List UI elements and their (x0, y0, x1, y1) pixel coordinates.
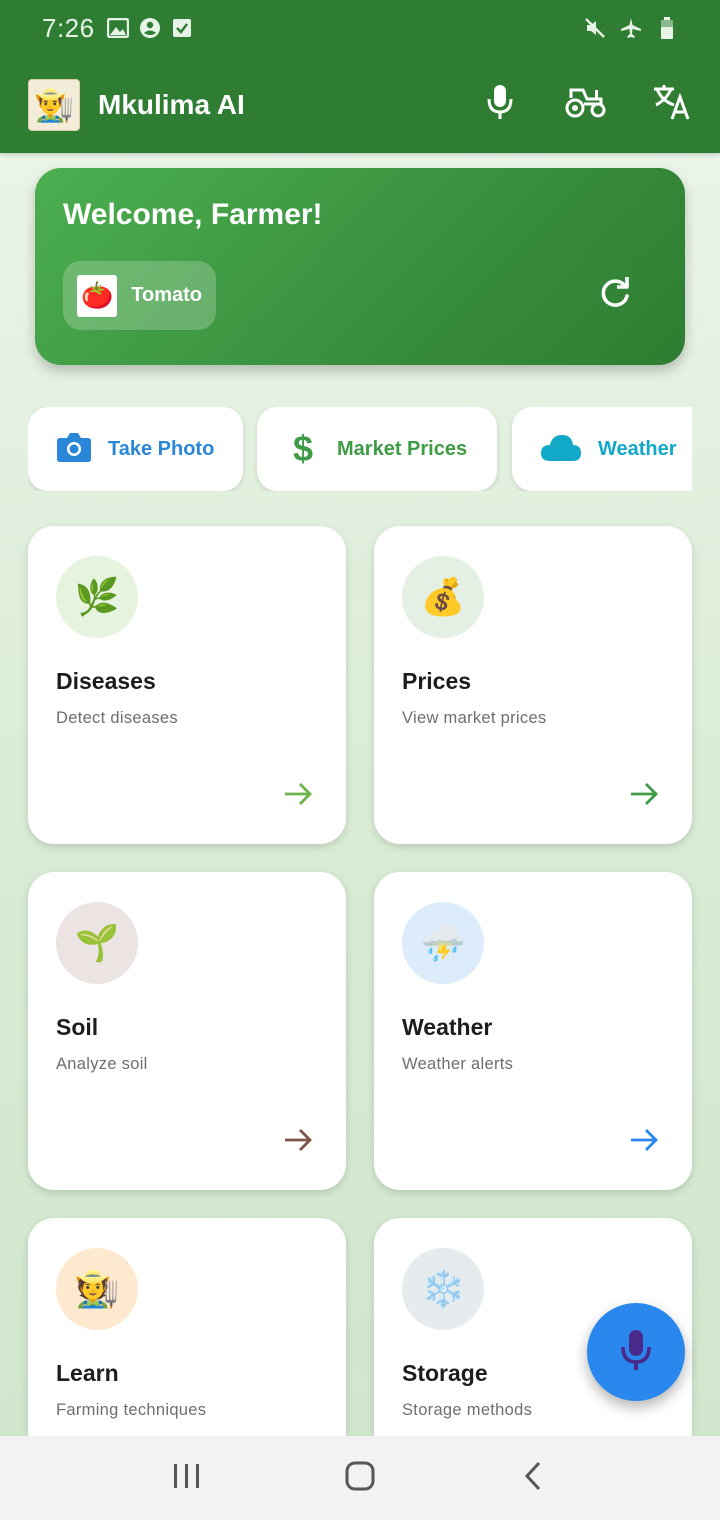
recent-apps-button[interactable] (157, 1448, 217, 1508)
weather-card[interactable]: ⛈️ Weather Weather alerts (374, 872, 692, 1190)
system-nav-bar (0, 1436, 720, 1520)
card-subtitle: Weather alerts (402, 1055, 514, 1073)
card-subtitle: Storage methods (402, 1401, 533, 1419)
microphone-icon (486, 84, 514, 125)
snowflake-icon: ❄️ (402, 1248, 484, 1330)
tomato-icon: 🍅 (77, 274, 118, 317)
welcome-card: Welcome, Farmer! 🍅 Tomato (35, 168, 685, 365)
status-bar: 7:26 (0, 0, 720, 56)
crop-selector-chip[interactable]: 🍅 Tomato (63, 261, 216, 330)
cloud-icon (540, 432, 582, 467)
translate-icon (652, 83, 692, 126)
card-title: Soil (56, 1014, 99, 1040)
app-logo: 👨‍🌾 (28, 78, 80, 131)
home-icon (345, 1461, 375, 1496)
home-button[interactable] (330, 1448, 390, 1508)
card-subtitle: View market prices (402, 709, 547, 727)
card-subtitle: Detect diseases (56, 709, 178, 727)
card-title: Diseases (56, 668, 156, 694)
dollar-icon: $ (292, 428, 314, 469)
app-title: Mkulima AI (98, 88, 245, 120)
tractor-icon (565, 86, 607, 123)
battery-icon (656, 17, 678, 39)
diseases-card[interactable]: 🌿 Diseases Detect diseases (28, 526, 346, 844)
checkbox-icon (171, 17, 193, 39)
arrow-right-icon (628, 1124, 660, 1156)
take-photo-button[interactable]: Take Photo (28, 407, 243, 491)
take-photo-label: Take Photo (108, 437, 215, 460)
airplane-icon (620, 17, 642, 39)
back-icon (523, 1461, 543, 1496)
card-title: Weather (402, 1014, 493, 1040)
arrow-right-icon (282, 1124, 314, 1156)
storm-cloud-icon: ⛈️ (402, 902, 484, 984)
herb-icon: 🌿 (56, 556, 138, 638)
card-subtitle: Farming techniques (56, 1401, 207, 1419)
card-title: Prices (402, 668, 472, 694)
crop-label: Tomato (131, 284, 202, 306)
refresh-icon (597, 277, 633, 316)
welcome-title: Welcome, Farmer! (63, 198, 323, 231)
card-title: Learn (56, 1360, 119, 1386)
farmer-icon: 🧑‍🌾 (56, 1248, 138, 1330)
market-prices-button[interactable]: $ Market Prices (257, 407, 497, 491)
seedling-icon: 🌱 (56, 902, 138, 984)
quick-actions-row[interactable]: Take Photo $ Market Prices Weather (28, 407, 692, 491)
image-icon (106, 17, 129, 39)
microphone-icon (619, 1328, 653, 1377)
status-time: 7:26 (42, 12, 95, 43)
refresh-button[interactable] (597, 276, 633, 312)
mute-icon (584, 17, 606, 39)
weather-label: Weather (598, 437, 677, 460)
weather-button[interactable]: Weather (512, 407, 692, 491)
prices-card[interactable]: 💰 Prices View market prices (374, 526, 692, 844)
arrow-right-icon (282, 778, 314, 810)
arrow-right-icon (628, 778, 660, 810)
account-circle-icon (139, 17, 161, 39)
recent-apps-icon (172, 1463, 202, 1494)
app-bar: 👨‍🌾 Mkulima AI (0, 56, 720, 153)
microphone-button[interactable] (480, 85, 520, 125)
card-subtitle: Analyze soil (56, 1055, 148, 1073)
market-prices-label: Market Prices (337, 437, 468, 460)
money-bag-icon: 💰 (402, 556, 484, 638)
soil-card[interactable]: 🌱 Soil Analyze soil (28, 872, 346, 1190)
translate-button[interactable] (652, 85, 692, 125)
camera-icon (56, 431, 92, 468)
voice-assistant-fab[interactable] (587, 1303, 685, 1401)
back-button[interactable] (503, 1448, 563, 1508)
tractor-button[interactable] (565, 85, 607, 125)
